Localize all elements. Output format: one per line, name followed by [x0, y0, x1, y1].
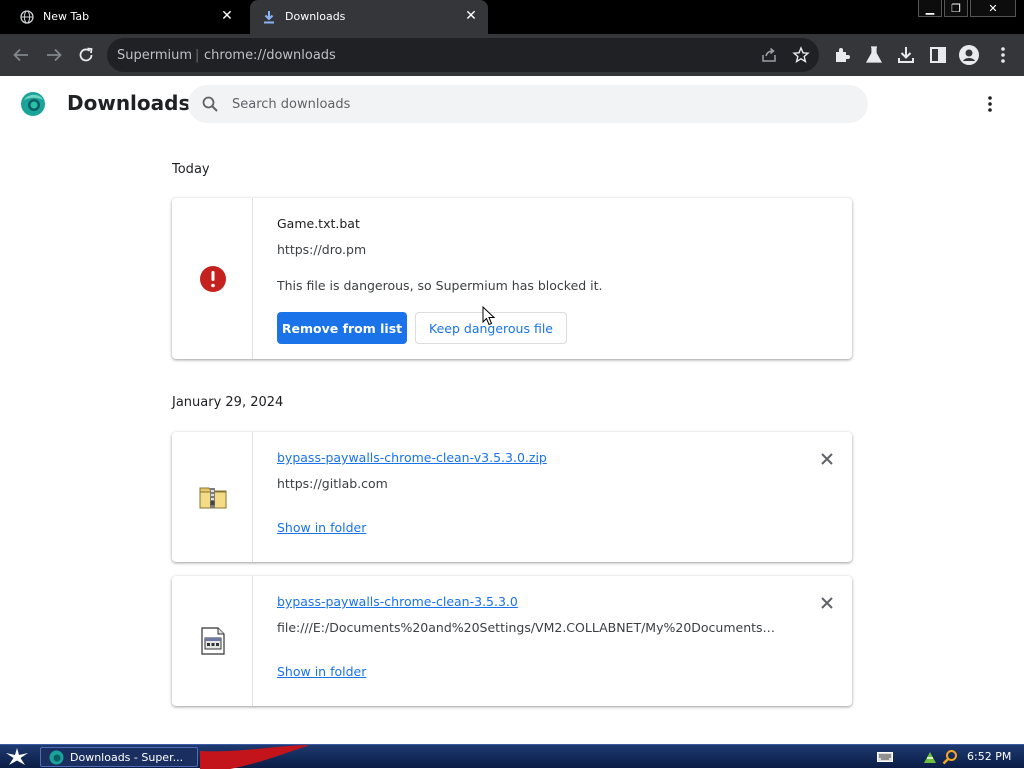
address-bar[interactable]: Supermium | chrome://downloads: [107, 38, 819, 72]
download-item: bypass-paywalls-chrome-clean-v3.5.3.0.zi…: [172, 432, 852, 562]
tab-label: New Tab: [43, 10, 90, 23]
window-close-icon[interactable]: ✕: [970, 0, 1016, 17]
window-controls: ▁ ❐ ✕: [918, 0, 1016, 18]
taskbar: Downloads - Super... 6:52 PM: [0, 744, 1024, 769]
download-source-url: https://dro.pm: [277, 242, 367, 257]
bookmark-star-icon[interactable]: [792, 46, 810, 64]
forward-icon[interactable]: [43, 44, 65, 66]
downloads-toolbar-icon[interactable]: [896, 45, 916, 65]
keyboard-tray-icon[interactable]: [877, 752, 893, 762]
search-icon: [202, 96, 218, 112]
browser-toolbar: Supermium | chrome://downloads: [0, 34, 1024, 76]
reload-icon[interactable]: [75, 44, 97, 66]
tab-strip: New Tab ✕ Downloads ✕ ▁ ❐ ✕: [0, 0, 1024, 34]
remove-item-close-icon[interactable]: [820, 596, 834, 610]
remove-from-list-button[interactable]: Remove from list: [277, 312, 407, 344]
labs-flask-icon[interactable]: [864, 45, 884, 65]
extensions-icon[interactable]: [832, 45, 852, 65]
tab-label: Downloads: [285, 10, 346, 23]
omnibox-url[interactable]: chrome://downloads: [204, 48, 336, 63]
download-icon: [264, 11, 274, 24]
search-bar[interactable]: [188, 85, 868, 123]
danger-icon: [200, 266, 226, 292]
download-icon-column: [172, 432, 253, 562]
supermium-taskbar-icon: [49, 750, 64, 765]
download-filename-link[interactable]: bypass-paywalls-chrome-clean-v3.5.3.0.zi…: [277, 450, 547, 465]
taskbar-window-label: Downloads - Super...: [70, 751, 184, 764]
restore-icon[interactable]: ❐: [944, 0, 968, 17]
search-tray-icon[interactable]: [942, 749, 958, 765]
back-icon[interactable]: [10, 44, 32, 66]
minimize-icon[interactable]: ▁: [918, 0, 942, 17]
tab-downloads[interactable]: Downloads ✕: [250, 0, 488, 34]
network-tray-icon[interactable]: [922, 749, 938, 765]
show-in-folder-link[interactable]: Show in folder: [277, 520, 366, 535]
omnibox-site-name: Supermium: [117, 48, 193, 63]
side-panel-icon[interactable]: [928, 45, 948, 65]
remove-item-close-icon[interactable]: [820, 452, 834, 466]
start-button-icon[interactable]: [4, 747, 30, 767]
page-title: Downloads: [67, 91, 191, 115]
danger-warning-text: This file is dangerous, so Supermium has…: [277, 278, 603, 293]
omnibox-separator: |: [195, 48, 200, 63]
download-icon-column: [172, 576, 253, 706]
download-item: bypass-paywalls-chrome-clean-3.5.3.0 fil…: [172, 576, 852, 706]
tab-new-tab[interactable]: New Tab ✕: [8, 0, 244, 34]
close-icon[interactable]: ✕: [220, 9, 234, 23]
downloads-header: Downloads: [0, 76, 1024, 132]
close-icon[interactable]: ✕: [464, 9, 478, 23]
mouse-cursor-icon: [482, 306, 496, 326]
date-heading: Today: [172, 162, 210, 177]
more-options-icon[interactable]: [980, 94, 1000, 114]
taskbar-clock: 6:52 PM: [967, 750, 1012, 763]
download-icon-column: [172, 198, 253, 359]
globe-icon: [20, 10, 34, 24]
exe-file-icon: [201, 627, 225, 655]
show-in-folder-link[interactable]: Show in folder: [277, 664, 366, 679]
download-filename: Game.txt.bat: [277, 216, 360, 231]
profile-avatar-icon[interactable]: [959, 45, 979, 65]
browser-menu-icon[interactable]: [993, 45, 1013, 65]
taskbar-window-button[interactable]: Downloads - Super...: [40, 747, 198, 767]
zip-folder-icon: [199, 487, 227, 509]
share-icon[interactable]: [760, 46, 778, 64]
download-filename-link[interactable]: bypass-paywalls-chrome-clean-3.5.3.0: [277, 594, 518, 609]
download-item-blocked: Game.txt.bat https://dro.pm This file is…: [172, 198, 852, 359]
date-heading: January 29, 2024: [172, 395, 284, 410]
supermium-logo-icon: [21, 92, 45, 116]
search-input[interactable]: [232, 85, 832, 123]
download-source-url: https://gitlab.com: [277, 476, 388, 491]
taskbar-decoration: [200, 745, 310, 769]
download-source-url: file:///E:/Documents%20and%20Settings/VM…: [277, 620, 777, 635]
